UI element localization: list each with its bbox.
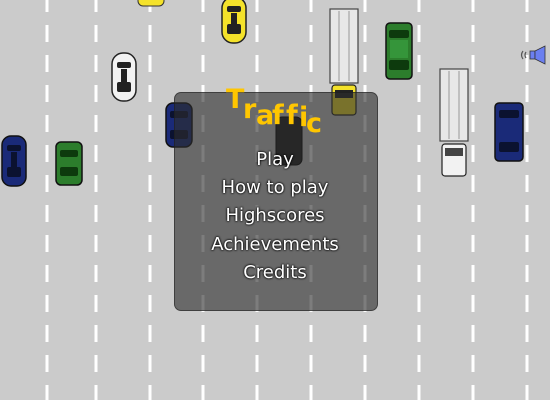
menu-item-play[interactable]: Play [174, 149, 376, 171]
white-car [110, 52, 138, 102]
yellow-car-top-left [137, 0, 165, 8]
title-letter: r [243, 94, 257, 125]
title-letter: f [286, 100, 298, 131]
title-letter: f [272, 100, 284, 131]
title-letter: c [306, 108, 323, 139]
blue-car-left [0, 135, 28, 187]
menu-item-how-to-play[interactable]: How to play [174, 177, 376, 199]
menu-item-highscores[interactable]: Highscores [174, 205, 376, 227]
title-letter: T [226, 84, 245, 115]
green-car-right [384, 22, 414, 80]
truck-right [439, 68, 469, 178]
game-title: Traffic [226, 84, 336, 139]
speaker-icon[interactable] [519, 45, 547, 69]
yellow-car [220, 0, 248, 44]
menu-item-achievements[interactable]: Achievements [174, 234, 376, 256]
blue-car-right [493, 102, 525, 162]
menu-item-credits[interactable]: Credits [174, 262, 376, 284]
green-car-left [54, 141, 84, 186]
